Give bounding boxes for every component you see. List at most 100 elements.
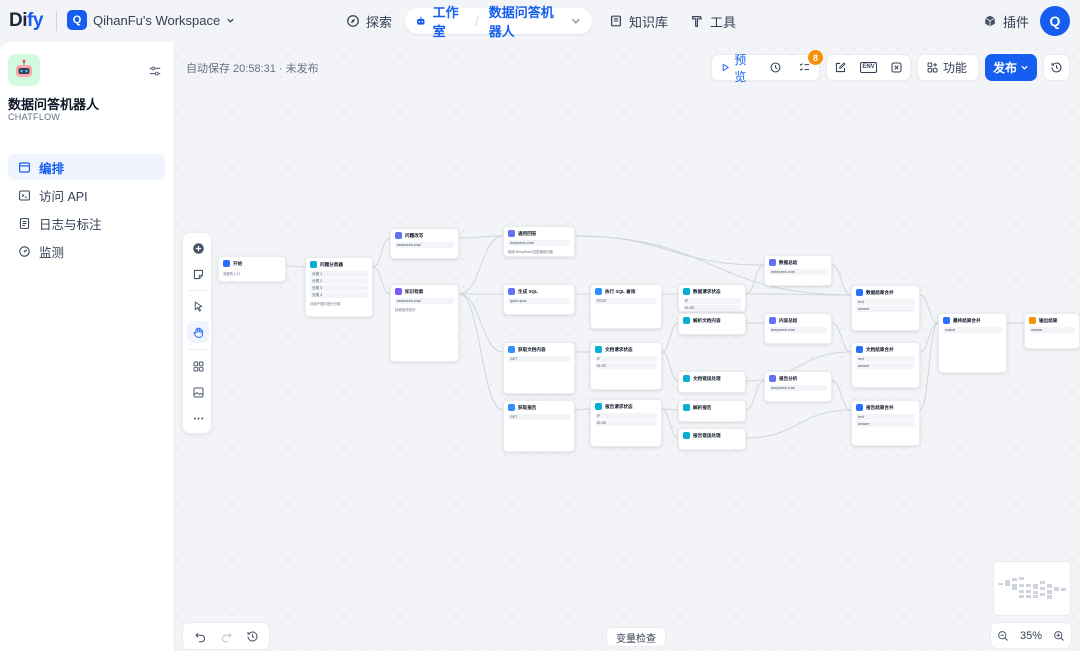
workflow-node-content-sum[interactable]: 内容总结 deepseek-chat (764, 313, 832, 344)
zoom-out-icon[interactable] (997, 630, 1009, 642)
layout-grid-icon (193, 361, 203, 371)
workflow-node-data-merge[interactable]: 数据结果合并 text answer (851, 285, 920, 331)
sidebar-item-label: 日志与标注 (39, 217, 102, 232)
nav-tools[interactable]: 工具 (690, 8, 736, 34)
env-icon: ENV (860, 62, 877, 73)
autosave-status: 自动保存 20:58:31 · 未发布 (186, 63, 319, 75)
workflow-node-fetch-doc[interactable]: 获取文档内容 GET (503, 342, 575, 394)
workflow-node-final-merge[interactable]: 最终结果合并 output (938, 313, 1007, 373)
workflow-node-doc-err[interactable]: 文档错误处理 (678, 371, 746, 393)
play-icon (722, 63, 729, 72)
nav-tools-label: 工具 (710, 14, 737, 30)
current-app-label[interactable]: 数据问答机器人 (489, 2, 565, 40)
nav-knowledge-label: 知识库 (629, 14, 669, 30)
node-title: 内容总结 (779, 317, 798, 323)
slash-divider: / (475, 13, 479, 29)
undo-icon[interactable] (194, 630, 207, 643)
add-note-button[interactable] (187, 263, 209, 285)
more-dots-icon (193, 417, 203, 419)
conversation-vars-button[interactable] (830, 55, 851, 80)
variable-inspect-button[interactable]: 变量检查 (606, 627, 666, 647)
chevron-down-icon (572, 18, 581, 24)
minimap[interactable] (993, 561, 1071, 616)
node-title: 报告分析 (779, 375, 798, 381)
canvas-tool-palette (182, 232, 212, 434)
avatar[interactable]: Q (1040, 6, 1070, 36)
workflow-node-knowledge[interactable]: 知识检索 deepseek-chat 检索相关知识 (390, 284, 459, 362)
env-vars-button[interactable]: ENV (856, 55, 880, 80)
node-field: IF (683, 298, 741, 304)
node-field: IF (595, 413, 657, 419)
workflow-node-classify[interactable]: 问题分类器 分类 1 分类 2 分类 3 分类 4 对用户提问进行分类 (305, 257, 373, 317)
system-vars-button[interactable] (886, 55, 907, 80)
version-history-button[interactable] (1043, 54, 1070, 81)
preview-toolbar: 预览 (711, 53, 820, 84)
node-field: deepseek-chat (769, 385, 827, 391)
publish-button[interactable]: 发布 (985, 54, 1037, 81)
node-title: 报告结果合并 (866, 404, 894, 410)
node-type-icon (595, 288, 602, 295)
history-icon[interactable] (246, 630, 259, 643)
workflow-node-sql-gen[interactable]: 生成 SQL qwen-plus (503, 284, 575, 315)
node-header: 数据结果合并 (852, 286, 919, 298)
workflow-node-start[interactable]: 开始 流程的入口 (218, 256, 286, 282)
divider (189, 349, 207, 350)
workflow-node-parse-rep[interactable]: 解析报告 (678, 400, 746, 422)
nav-studio[interactable]: 工作室 / 数据问答机器人 (405, 5, 592, 39)
workflow-node-rep-merge[interactable]: 报告结果合并 text answer (851, 400, 920, 446)
features-button[interactable]: 功能 (918, 55, 975, 80)
organize-blocks-button[interactable] (187, 355, 209, 377)
nav-explore[interactable]: 探索 (346, 8, 392, 34)
node-title: 输出结果 (1039, 317, 1058, 323)
sidebar-item-monitor[interactable]: 监测 (8, 238, 165, 264)
workflow-node-doc-merge[interactable]: 文档结果合并 text answer (851, 342, 920, 388)
node-header: 文档请求状态 (591, 343, 661, 355)
hand-icon (193, 327, 203, 338)
nav-knowledge[interactable]: 知识库 (609, 8, 668, 34)
workflow-node-rep-analysis[interactable]: 报告分析 deepseek-chat (764, 371, 832, 402)
node-field: 分类 4 (310, 292, 368, 298)
node-title: 文档错误处理 (693, 375, 721, 381)
workflow-node-answer[interactable]: 输出结果 answer (1024, 313, 1080, 349)
workflow-node-fetch-report[interactable]: 获取报告 GET (503, 400, 575, 452)
sidebar-item-logs[interactable]: 日志与标注 (8, 210, 165, 236)
node-header: 获取报告 (504, 401, 574, 413)
workflow-node-data-sum[interactable]: 数据总结 deepseek-chat (764, 255, 832, 286)
hand-mode-button[interactable] (187, 321, 209, 343)
pointer-mode-button[interactable] (187, 295, 209, 317)
workflow-node-rep-err[interactable]: 报告错误处理 (678, 428, 746, 450)
workflow-node-data-req[interactable]: 数据请求状态 IF ELSE (678, 284, 746, 312)
preview-label: 预览 (734, 52, 747, 84)
more-options-button[interactable] (187, 407, 209, 429)
redo-icon[interactable] (220, 630, 233, 643)
node-field: deepseek-chat (508, 240, 570, 246)
workspace-switcher[interactable]: Q QihanFu's Workspace (67, 10, 235, 30)
dify-logo[interactable]: Dify (9, 10, 43, 32)
zoom-level[interactable]: 35% (1020, 630, 1042, 642)
node-title: 执行 SQL 查询 (605, 288, 636, 294)
settings-sliders-icon[interactable] (148, 64, 162, 78)
node-title: 文档结果合并 (866, 346, 894, 352)
workflow-node-exec-sql[interactable]: 执行 SQL 查询 POST (590, 284, 662, 329)
zoom-in-icon[interactable] (1053, 630, 1065, 642)
run-history-button[interactable] (761, 55, 790, 80)
add-node-button[interactable] (187, 237, 209, 259)
workflow-node-rep-req[interactable]: 报告请求状态 IF ELSE (590, 399, 662, 447)
sidebar-item-orchestrate[interactable]: 编排 (8, 154, 165, 180)
workflow-node-llm-rewrite[interactable]: 问题改写 deepseek-chat (390, 228, 459, 259)
node-title: 获取文档内容 (518, 346, 546, 352)
node-header: 执行 SQL 查询 (591, 285, 661, 297)
preview-button[interactable]: 预览 (712, 53, 761, 84)
workflow-node-doc-req[interactable]: 文档请求状态 IF ELSE (590, 342, 662, 390)
node-title: 生成 SQL (518, 288, 538, 294)
node-field: deepseek-chat (769, 269, 827, 275)
sidebar-item-api[interactable]: 访问 API (8, 182, 165, 208)
node-field: GET (508, 414, 570, 420)
workflow-node-parse-doc[interactable]: 解析文档内容 (678, 313, 746, 335)
nav-plugins[interactable]: 插件 (983, 8, 1029, 34)
node-type-icon (683, 317, 690, 324)
export-image-button[interactable] (187, 381, 209, 403)
robot-icon (417, 16, 425, 25)
workflow-node-general[interactable]: 通用回答 deepseek-chat 使用 DeepSeek 回答通用问题 (503, 226, 575, 257)
node-type-icon (508, 404, 515, 411)
